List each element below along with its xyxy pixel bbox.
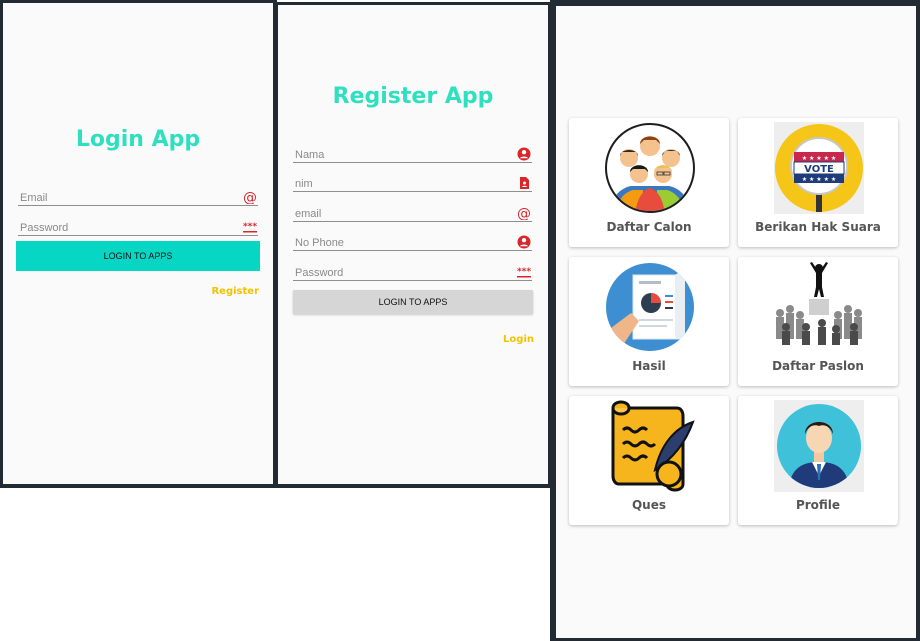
svg-text:@: @ (517, 206, 531, 220)
vote-badge-icon: VOTE ★ ★ ★ ★ ★ ★ ★ ★ ★ ★ (774, 122, 864, 214)
vote-badge-text: VOTE (804, 164, 834, 175)
card-berikan-hak-suara[interactable]: VOTE ★ ★ ★ ★ ★ ★ ★ ★ ★ ★ Berikan Hak Sua… (738, 118, 898, 247)
svg-text:@: @ (243, 190, 257, 204)
svg-text:★ ★ ★ ★ ★: ★ ★ ★ ★ ★ (802, 176, 837, 183)
candidates-group-icon (605, 123, 695, 213)
login-link[interactable]: Login (503, 334, 534, 345)
login-button[interactable]: LOGIN TO APPS (16, 241, 260, 271)
card-label: Ques (631, 498, 667, 512)
user-avatar-icon (774, 400, 864, 492)
nama-field[interactable]: Nama (293, 146, 532, 163)
register-screen: Register App Nama nim email @ No Phone P… (278, 5, 548, 484)
menu-screen-frame: Daftar Calon VOTE ★ ★ ★ ★ ★ ★ ★ ★ ★ ★ Be… (550, 0, 920, 641)
person-icon (517, 235, 531, 249)
card-label: Daftar Calon (606, 220, 692, 234)
svg-text:***: *** (243, 222, 257, 232)
person-icon (517, 147, 531, 161)
login-title: Login App (75, 127, 201, 152)
id-card-icon (520, 177, 529, 189)
email-field[interactable]: Email @ (18, 189, 258, 206)
password-stars-icon: *** (243, 222, 257, 233)
password-field[interactable]: Password *** (293, 264, 532, 281)
register-screen-frame: Register App Nama nim email @ No Phone P… (274, 2, 552, 488)
report-chart-icon (606, 263, 694, 351)
card-label: Hasil (632, 359, 666, 373)
card-profile[interactable]: Profile (738, 396, 898, 525)
register-submit-button[interactable]: LOGIN TO APPS (293, 290, 533, 314)
crowd-leader-icon (776, 262, 862, 345)
at-sign-icon: @ (517, 206, 531, 220)
card-ques[interactable]: Ques (569, 396, 729, 525)
svg-text:***: *** (517, 267, 531, 277)
email-placeholder: Email (20, 192, 48, 204)
password-placeholder: Password (295, 267, 344, 279)
password-field[interactable]: Password *** (18, 219, 258, 236)
scroll-quill-icon (611, 400, 695, 492)
email-field[interactable]: email @ (293, 205, 532, 222)
nim-field[interactable]: nim (293, 175, 532, 192)
register-title: Register App (332, 84, 494, 109)
card-label: Profile (795, 498, 841, 512)
phone-field[interactable]: No Phone (293, 234, 532, 251)
phone-placeholder: No Phone (295, 237, 344, 249)
at-sign-icon: @ (243, 190, 257, 204)
svg-text:★ ★ ★ ★ ★: ★ ★ ★ ★ ★ (802, 155, 837, 162)
menu-screen: Daftar Calon VOTE ★ ★ ★ ★ ★ ★ ★ ★ ★ ★ Be… (556, 6, 916, 638)
nama-placeholder: Nama (295, 149, 325, 161)
card-daftar-paslon[interactable]: Daftar Paslon (738, 257, 898, 386)
password-placeholder: Password (20, 222, 69, 234)
email-placeholder: email (295, 208, 322, 220)
card-label: Berikan Hak Suara (755, 220, 881, 234)
register-link[interactable]: Register (211, 286, 259, 297)
card-hasil[interactable]: Hasil (569, 257, 729, 386)
login-screen-frame: Login App Email @ Password *** LOGIN TO … (0, 0, 277, 488)
card-daftar-calon[interactable]: Daftar Calon (569, 118, 729, 247)
login-screen: Login App Email @ Password *** LOGIN TO … (3, 3, 273, 484)
card-label: Daftar Paslon (772, 359, 864, 373)
password-stars-icon: *** (517, 267, 531, 278)
nim-placeholder: nim (295, 178, 313, 190)
